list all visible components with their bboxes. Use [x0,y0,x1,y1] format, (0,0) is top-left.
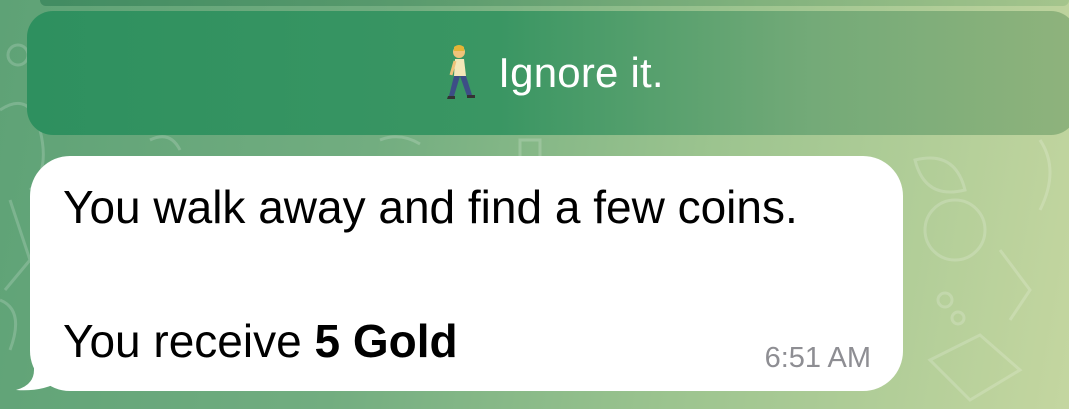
reward-amount: 5 Gold [314,315,458,367]
ignore-it-label: Ignore it. [498,49,664,96]
message-text-line1: You walk away and find a few coins. [63,181,798,233]
ignore-it-button[interactable]: Ignore it. [27,11,1069,135]
reward-prefix: You receive [63,315,315,367]
person-walking-icon [447,45,476,99]
message-timestamp: 6:51 AM [764,342,871,374]
previous-bubble-edge [40,0,1069,6]
message-text-line2: You receive 5 Gold [63,314,458,368]
message-bubble: You walk away and find a few coins. You … [30,156,903,391]
